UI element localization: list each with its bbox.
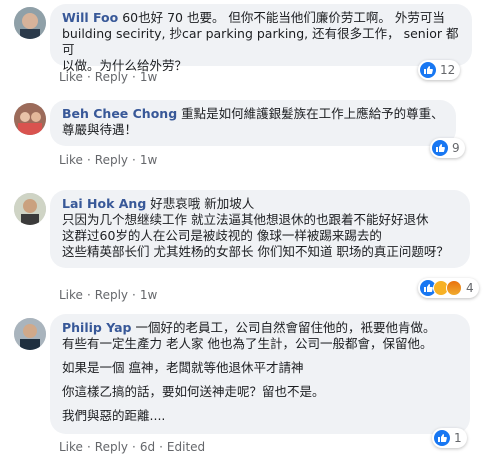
comment-text-line: 如果是一個 瘟神，老闆就等他退休平才請神 [62,360,304,375]
comment-text-line: 你這樣乙搞的話，要如何送神走呢？留也不是。 [62,384,325,399]
timestamp[interactable]: 1w [140,70,157,84]
comment-bubble: Philip Yap 一個好的老員工，公司自然會留住他的，衹要他肯做。 有些有一… [50,314,470,434]
edited-label: Edited [166,440,206,454]
comment-text-line: 好悲哀哦 新加坡人 [150,196,255,211]
reaction-count: 1 [454,431,462,445]
comment-author[interactable]: Philip Yap [62,320,132,335]
like-icon [434,430,450,446]
comment-author[interactable]: Lai Hok Ang [62,196,146,211]
comment-text-line: building secirity, 抄car parking parking,… [62,26,459,57]
comment-text-line: 一個好的老員工，公司自然會留住他的，衹要他肯做。 [135,320,436,335]
comment-actions: Like · Reply · 1w [59,288,158,302]
comment-bubble: Beh Chee Chong 重點是如何維護銀髮族在工作上應給予的尊重、 尊嚴與… [50,100,456,146]
reaction-count: 12 [440,63,456,77]
like-icon [420,62,436,78]
reply-button[interactable]: Reply [95,153,128,167]
comment-actions: Like · Reply · 1w [59,153,158,167]
like-button[interactable]: Like [59,288,83,302]
comment-actions: Like · Reply · 6d · Edited [59,440,206,454]
reply-button[interactable]: Reply [95,440,128,454]
reply-button[interactable]: Reply [95,70,128,84]
reaction-badge[interactable]: 9 [430,138,465,158]
like-button[interactable]: Like [59,440,83,454]
angry-icon [446,280,462,296]
reply-button[interactable]: Reply [95,288,128,302]
comment-text-line: 60也好 70 也要。 但你不能当他们廉价劳工啊。 外劳可当 [122,10,445,25]
reaction-badge[interactable]: 4 [418,278,479,298]
reaction-count: 4 [466,281,474,295]
timestamp[interactable]: 1w [140,153,157,167]
comment-actions: Like · Reply · 1w [59,70,158,84]
like-button[interactable]: Like [59,70,83,84]
avatar[interactable] [14,103,46,135]
comment-bubble: Lai Hok Ang 好悲哀哦 新加坡人 只因为几个想继续工作 就立法逼其他想… [50,190,470,268]
comment-text-line: 这些精英部长们 尤其姓杨的女部长 你们知不知道 职场的真正问题呀？ [62,244,449,259]
comment-text-line: 尊嚴與待遇！ [62,122,138,137]
comment-text-line: 有些有一定生產力 老人家 他也為了生計，公司一般都會，保留他。 [62,336,433,351]
comment-text-line: 我們與惡的距離.... [62,408,166,423]
timestamp[interactable]: 6d [140,440,155,454]
avatar[interactable] [14,193,46,225]
comment-author[interactable]: Will Foo [62,10,118,25]
like-button[interactable]: Like [59,153,83,167]
comment-text-line: 这群过60岁的人在公司是被歧视的 像球一样被踢来踢去的 [62,228,382,243]
timestamp[interactable]: 1w [140,288,157,302]
comment-bubble: Will Foo 60也好 70 也要。 但你不能当他们廉价劳工啊。 外劳可当 … [50,4,472,73]
reaction-count: 9 [452,141,460,155]
comment-text-line: 重點是如何維護銀髮族在工作上應給予的尊重、 [181,106,444,121]
comment-text-line: 只因为几个想继续工作 就立法逼其他想退休的也跟着不能好好退休 [62,212,429,227]
comment-author[interactable]: Beh Chee Chong [62,106,177,121]
reaction-badge[interactable]: 1 [432,428,467,448]
avatar[interactable] [14,7,46,39]
reaction-badge[interactable]: 12 [418,60,461,80]
avatar[interactable] [14,318,46,350]
like-icon [432,140,448,156]
